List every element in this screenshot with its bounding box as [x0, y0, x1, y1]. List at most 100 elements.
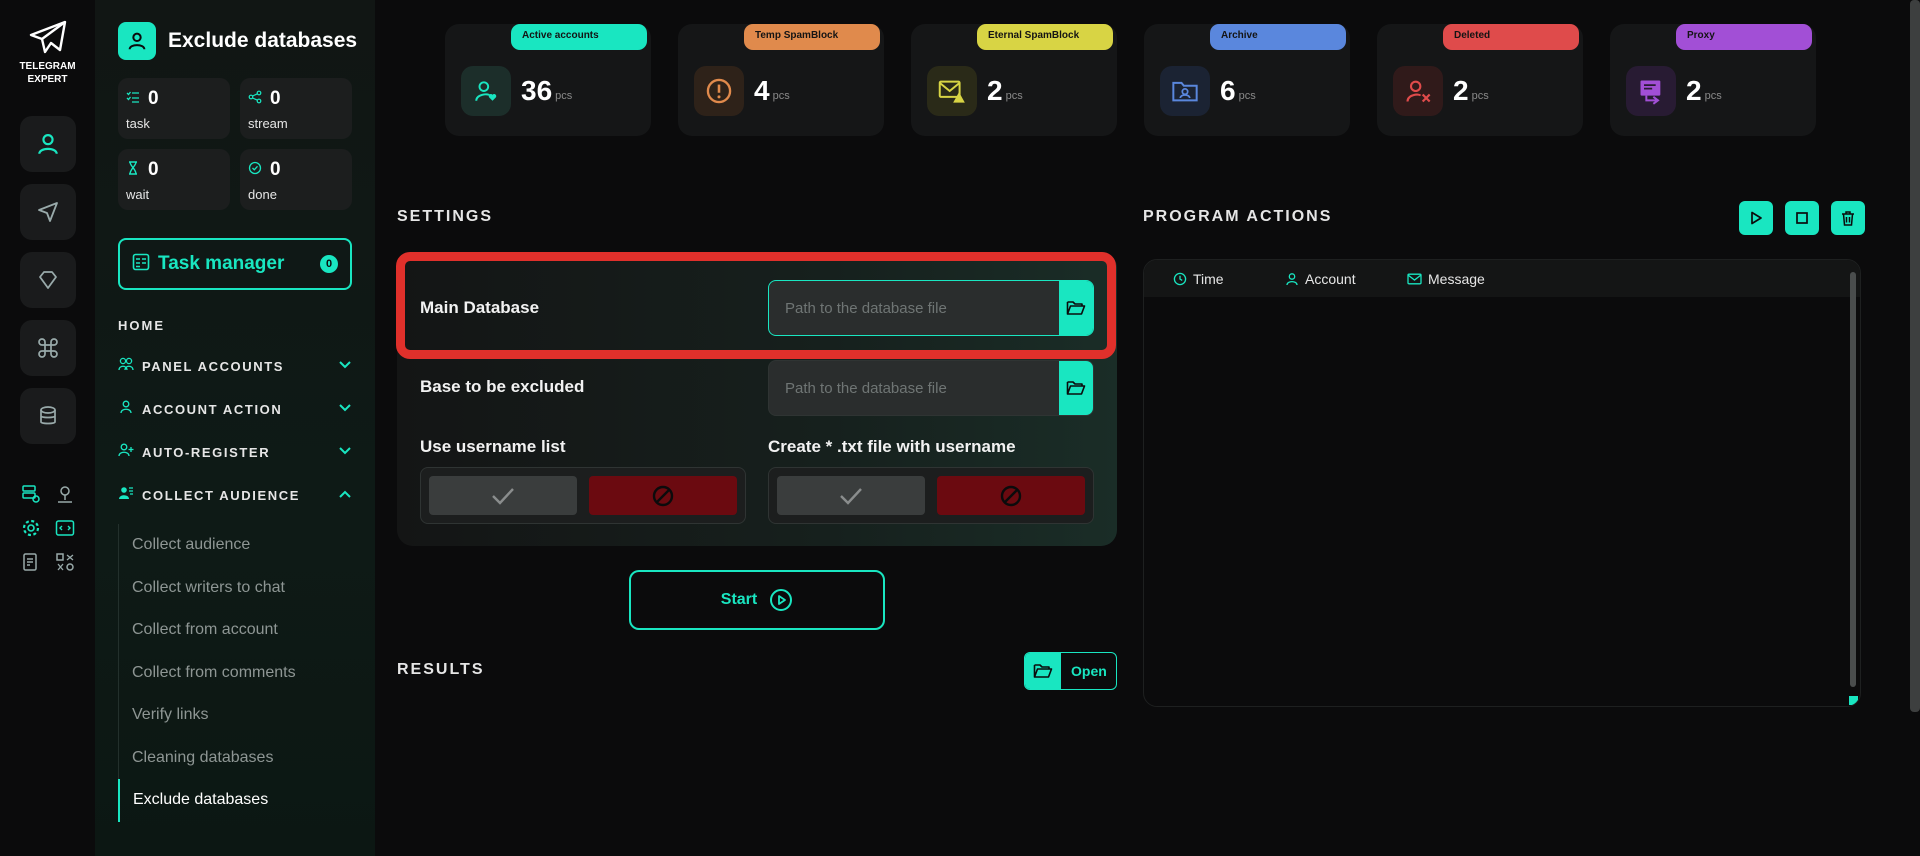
- rail-database-button[interactable]: [19, 388, 76, 444]
- card-value: 36: [521, 75, 553, 106]
- subnav-collect-from-account[interactable]: Collect from account: [119, 609, 375, 652]
- card-unit: pcs: [772, 90, 790, 102]
- log-column-account[interactable]: Account: [1285, 271, 1407, 287]
- main-database-field: [768, 280, 1094, 336]
- stop-button[interactable]: [1785, 201, 1819, 235]
- users-icon: [118, 357, 134, 376]
- mail-warning-icon: [927, 66, 977, 116]
- log-resize-handle[interactable]: [1849, 696, 1858, 705]
- stop-icon: [1796, 212, 1808, 224]
- stat-label: task: [126, 116, 150, 131]
- user-plus-icon: [118, 443, 134, 462]
- mail-icon: [1407, 273, 1422, 284]
- nav-section-label: AUTO-REGISTER: [142, 444, 271, 460]
- subnav-collect-from-comments[interactable]: Collect from comments: [119, 652, 375, 695]
- check-circle-icon: [248, 161, 262, 180]
- subnav-collect-audience[interactable]: Collect audience: [119, 524, 375, 567]
- user-x-icon: [1393, 66, 1443, 116]
- send-icon: [37, 202, 58, 222]
- card-temp-spamblock[interactable]: Temp SpamBlock 4 pcs: [678, 24, 884, 136]
- create-txt-no-button[interactable]: [937, 476, 1085, 515]
- card-label: Eternal SpamBlock: [977, 24, 1113, 50]
- main-database-input[interactable]: [769, 281, 1059, 335]
- subnav-verify-links[interactable]: Verify links: [119, 694, 375, 737]
- card-label: Deleted: [1443, 24, 1579, 50]
- create-txt-yes-button[interactable]: [777, 476, 925, 515]
- nav-section-account-action[interactable]: ACCOUNT ACTION: [95, 398, 375, 420]
- card-value: 2: [1453, 75, 1469, 106]
- document-edit-icon[interactable]: [21, 552, 41, 572]
- card-value: 2: [987, 75, 1003, 106]
- rail-accounts-button[interactable]: [19, 116, 76, 172]
- exclude-database-browse-button[interactable]: [1059, 361, 1093, 415]
- nav-section-label: ACCOUNT ACTION: [142, 401, 283, 417]
- folder-user-icon: [1160, 66, 1210, 116]
- user-icon: [37, 134, 58, 155]
- page-scrollbar[interactable]: [1910, 0, 1920, 712]
- card-value: 2: [1686, 75, 1702, 106]
- card-value: 4: [754, 75, 770, 106]
- card-label: Active accounts: [511, 24, 647, 50]
- task-manager-button[interactable]: Task manager 0: [118, 238, 352, 290]
- card-unit: pcs: [1238, 90, 1256, 102]
- create-txt-toggle: [768, 467, 1094, 524]
- card-label: Temp SpamBlock: [744, 24, 880, 50]
- rail-command-button[interactable]: [19, 320, 76, 376]
- server-settings-icon[interactable]: [21, 484, 41, 504]
- side-panel: Exclude databases 0 task 0 stream 0 wait…: [95, 0, 375, 856]
- account-summary-cards: Active accounts 36 pcs Temp SpamBlock 4 …: [445, 24, 1816, 136]
- task-manager-count: 0: [320, 255, 338, 273]
- stat-stream: 0 stream: [240, 78, 352, 139]
- exclude-database-input[interactable]: [769, 361, 1059, 415]
- program-actions-toolbar: [1739, 201, 1865, 235]
- use-username-yes-button[interactable]: [429, 476, 577, 515]
- card-label: Proxy: [1676, 24, 1812, 50]
- subnav-cleaning-databases[interactable]: Cleaning databases: [119, 737, 375, 780]
- run-button[interactable]: [1739, 201, 1773, 235]
- log-scrollbar[interactable]: [1850, 272, 1856, 687]
- main-database-browse-button[interactable]: [1059, 281, 1093, 335]
- nav-section-auto-register[interactable]: AUTO-REGISTER: [95, 441, 375, 463]
- user-icon: [118, 22, 156, 60]
- nav-section-collect-audience[interactable]: COLLECT AUDIENCE: [95, 484, 375, 506]
- nav-section-panel-accounts[interactable]: PANEL ACCOUNTS: [95, 355, 375, 377]
- card-eternal-spamblock[interactable]: Eternal SpamBlock 2 pcs: [911, 24, 1117, 136]
- subnav-exclude-databases[interactable]: Exclude databases: [118, 779, 375, 822]
- settings-panel: Main Database Base to be excluded Use us…: [397, 252, 1117, 546]
- ban-icon: [652, 485, 674, 506]
- log-column-label: Time: [1193, 270, 1224, 287]
- card-deleted[interactable]: Deleted 2 pcs: [1377, 24, 1583, 136]
- task-manager-label: Task manager: [158, 253, 285, 274]
- stat-value: 0: [148, 159, 159, 180]
- ban-icon: [1000, 485, 1022, 506]
- code-window-icon[interactable]: [55, 518, 75, 538]
- card-proxy[interactable]: Proxy 2 pcs: [1610, 24, 1816, 136]
- log-column-label: Message: [1428, 270, 1485, 287]
- card-active-accounts[interactable]: Active accounts 36 pcs: [445, 24, 651, 136]
- results-title: RESULTS: [397, 661, 485, 678]
- chevron-up-icon: [338, 486, 352, 504]
- chevron-down-icon: [338, 443, 352, 461]
- subnav-collect-writers-to-chat[interactable]: Collect writers to chat: [119, 567, 375, 610]
- database-icon: [39, 406, 56, 425]
- open-results-button[interactable]: Open: [1024, 652, 1117, 690]
- rail-send-button[interactable]: [19, 184, 76, 240]
- card-archive[interactable]: Archive 6 pcs: [1144, 24, 1350, 136]
- rail-premium-button[interactable]: [19, 252, 76, 308]
- settings-gear-icon[interactable]: [21, 518, 41, 538]
- nav-home[interactable]: HOME: [95, 290, 375, 333]
- use-username-no-button[interactable]: [589, 476, 737, 515]
- location-user-icon[interactable]: [55, 484, 75, 504]
- start-button[interactable]: Start: [629, 570, 885, 630]
- clear-log-button[interactable]: [1831, 201, 1865, 235]
- log-column-message[interactable]: Message: [1407, 271, 1485, 287]
- exclude-database-label: Base to be excluded: [420, 377, 585, 396]
- paper-plane-icon: [29, 20, 66, 54]
- log-header: Time Account Message: [1144, 260, 1860, 297]
- shapes-icon[interactable]: [55, 552, 75, 572]
- log-column-time[interactable]: Time: [1173, 271, 1285, 287]
- task-list-icon: [132, 253, 150, 276]
- nav-section-label: PANEL ACCOUNTS: [142, 358, 285, 374]
- brand-name: TELEGRAM EXPERT: [19, 61, 76, 85]
- icon-rail: TELEGRAM EXPERT: [0, 0, 95, 856]
